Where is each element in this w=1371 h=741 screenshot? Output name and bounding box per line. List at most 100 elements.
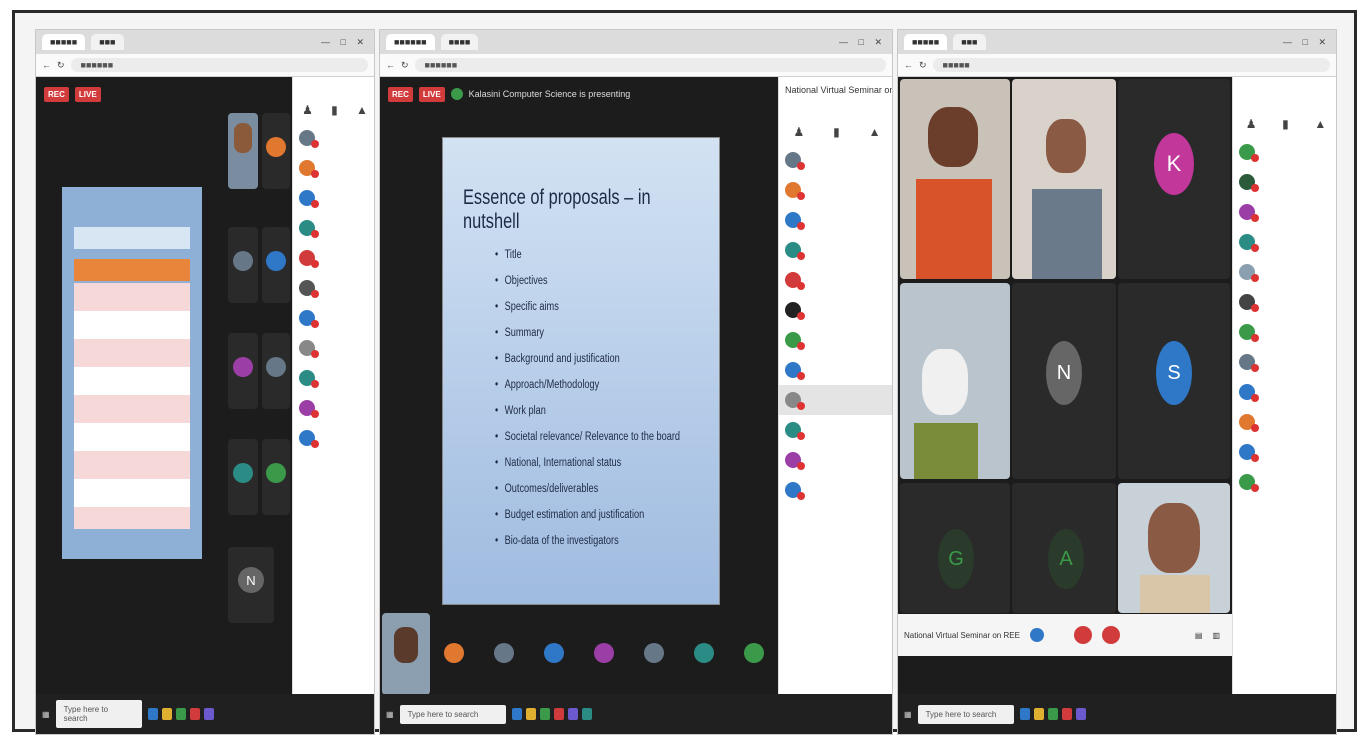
people-icon[interactable]: ♟	[302, 103, 313, 117]
video-tile[interactable]	[228, 113, 258, 189]
window-controls[interactable]: — □ ✕	[1283, 37, 1330, 48]
participant-row[interactable]	[293, 243, 374, 273]
browser-tab[interactable]: ■■■■■	[904, 34, 948, 50]
participant-row[interactable]	[293, 123, 374, 153]
participant-row[interactable]	[779, 355, 892, 385]
app-icon[interactable]	[525, 708, 536, 720]
window-controls[interactable]: — □ ✕	[839, 37, 886, 48]
participant-row[interactable]	[779, 475, 892, 505]
video-tile[interactable]	[1012, 79, 1116, 279]
video-tile[interactable]	[262, 113, 290, 189]
participant-row[interactable]	[1233, 167, 1336, 197]
app-icon[interactable]	[1061, 708, 1072, 720]
window-controls[interactable]: — □ ✕	[321, 37, 368, 48]
participant-row[interactable]	[293, 423, 374, 453]
avatar[interactable]	[594, 643, 614, 663]
app-icon[interactable]	[175, 708, 186, 720]
participant-row[interactable]	[293, 273, 374, 303]
participant-row[interactable]	[293, 213, 374, 243]
video-tile[interactable]	[262, 227, 290, 303]
refresh-icon[interactable]: ↻	[57, 60, 65, 71]
refresh-icon[interactable]: ↻	[919, 60, 927, 71]
video-tile[interactable]	[228, 439, 258, 515]
participant-row[interactable]	[293, 363, 374, 393]
camera-button[interactable]	[1073, 626, 1092, 644]
participant-row[interactable]	[1233, 257, 1336, 287]
avatar[interactable]	[644, 643, 664, 663]
url-field[interactable]: ■■■■■	[932, 58, 1330, 72]
app-icon[interactable]	[511, 708, 522, 720]
participant-row[interactable]	[1233, 347, 1336, 377]
participant-row[interactable]	[779, 445, 892, 475]
video-tile[interactable]	[1118, 483, 1230, 613]
participant-row[interactable]	[293, 153, 374, 183]
taskbar-search[interactable]: Type here to search	[55, 700, 142, 728]
participant-row[interactable]	[779, 205, 892, 235]
app-icon[interactable]	[1019, 708, 1030, 720]
video-tile[interactable]: G	[900, 483, 1010, 613]
taskbar-search[interactable]: Type here to search	[399, 704, 506, 724]
avatar[interactable]	[444, 643, 464, 663]
browser-tab[interactable]: ■■■	[953, 34, 986, 50]
participant-row[interactable]	[1233, 197, 1336, 227]
taskbar-search[interactable]: Type here to search	[917, 704, 1014, 724]
start-icon[interactable]: ▦	[386, 710, 394, 719]
app-icon[interactable]	[203, 708, 214, 720]
participant-row[interactable]	[779, 295, 892, 325]
participant-row[interactable]	[293, 183, 374, 213]
app-icon[interactable]	[553, 708, 564, 720]
video-tile[interactable]: S	[1118, 283, 1230, 479]
self-video-tile[interactable]	[382, 613, 430, 695]
url-field[interactable]: ■■■■■■	[70, 58, 368, 72]
app-icon[interactable]	[1033, 708, 1044, 720]
activities-icon[interactable]: ▲	[356, 103, 368, 117]
browser-tab[interactable]: ■■■	[91, 34, 124, 50]
activities-icon[interactable]: ▲	[1314, 117, 1326, 131]
share-icon[interactable]: ▤	[1195, 631, 1203, 640]
app-icon[interactable]	[161, 708, 172, 720]
video-tile[interactable]: A	[1012, 483, 1116, 613]
app-icon[interactable]	[1047, 708, 1058, 720]
back-icon[interactable]: ←	[42, 60, 51, 70]
leave-button[interactable]	[1101, 626, 1120, 644]
participant-row[interactable]	[293, 333, 374, 363]
people-icon[interactable]: ♟	[1246, 117, 1257, 131]
video-tile[interactable]	[900, 79, 1010, 279]
video-tile[interactable]: K	[1118, 79, 1230, 279]
chat-icon[interactable]: ▮	[1282, 117, 1289, 131]
participant-row[interactable]	[1233, 287, 1336, 317]
participant-row[interactable]	[293, 393, 374, 423]
start-icon[interactable]: ▦	[42, 710, 50, 719]
video-tile[interactable]	[900, 283, 1010, 479]
app-icon[interactable]	[539, 708, 550, 720]
avatar[interactable]	[694, 643, 714, 663]
video-tile[interactable]: N	[1012, 283, 1116, 479]
start-icon[interactable]: ▦	[904, 710, 912, 719]
chat-icon[interactable]: ▮	[331, 103, 338, 117]
video-tile[interactable]	[262, 439, 290, 515]
participant-row[interactable]	[1233, 407, 1336, 437]
activities-icon[interactable]: ▲	[869, 125, 881, 139]
participant-row[interactable]	[293, 303, 374, 333]
participant-row[interactable]	[779, 415, 892, 445]
app-icon[interactable]	[581, 708, 592, 720]
app-icon[interactable]	[147, 708, 158, 720]
browser-tab[interactable]: ■■■■■	[42, 34, 86, 50]
mic-button[interactable]	[1029, 628, 1044, 642]
participant-row[interactable]	[1233, 377, 1336, 407]
refresh-icon[interactable]: ↻	[401, 60, 409, 71]
avatar[interactable]	[744, 643, 764, 663]
avatar[interactable]	[544, 643, 564, 663]
participant-row[interactable]	[1233, 467, 1336, 497]
back-icon[interactable]: ←	[386, 60, 395, 70]
reactions-icon[interactable]: ▥	[1212, 631, 1220, 640]
participant-row[interactable]	[779, 385, 892, 415]
participant-row[interactable]	[779, 265, 892, 295]
participant-row[interactable]	[779, 175, 892, 205]
app-icon[interactable]	[189, 708, 200, 720]
participant-row[interactable]	[779, 325, 892, 355]
participant-row[interactable]	[1233, 227, 1336, 257]
back-icon[interactable]: ←	[904, 60, 913, 70]
video-tile[interactable]	[228, 227, 258, 303]
video-tile[interactable]: N	[228, 547, 274, 623]
